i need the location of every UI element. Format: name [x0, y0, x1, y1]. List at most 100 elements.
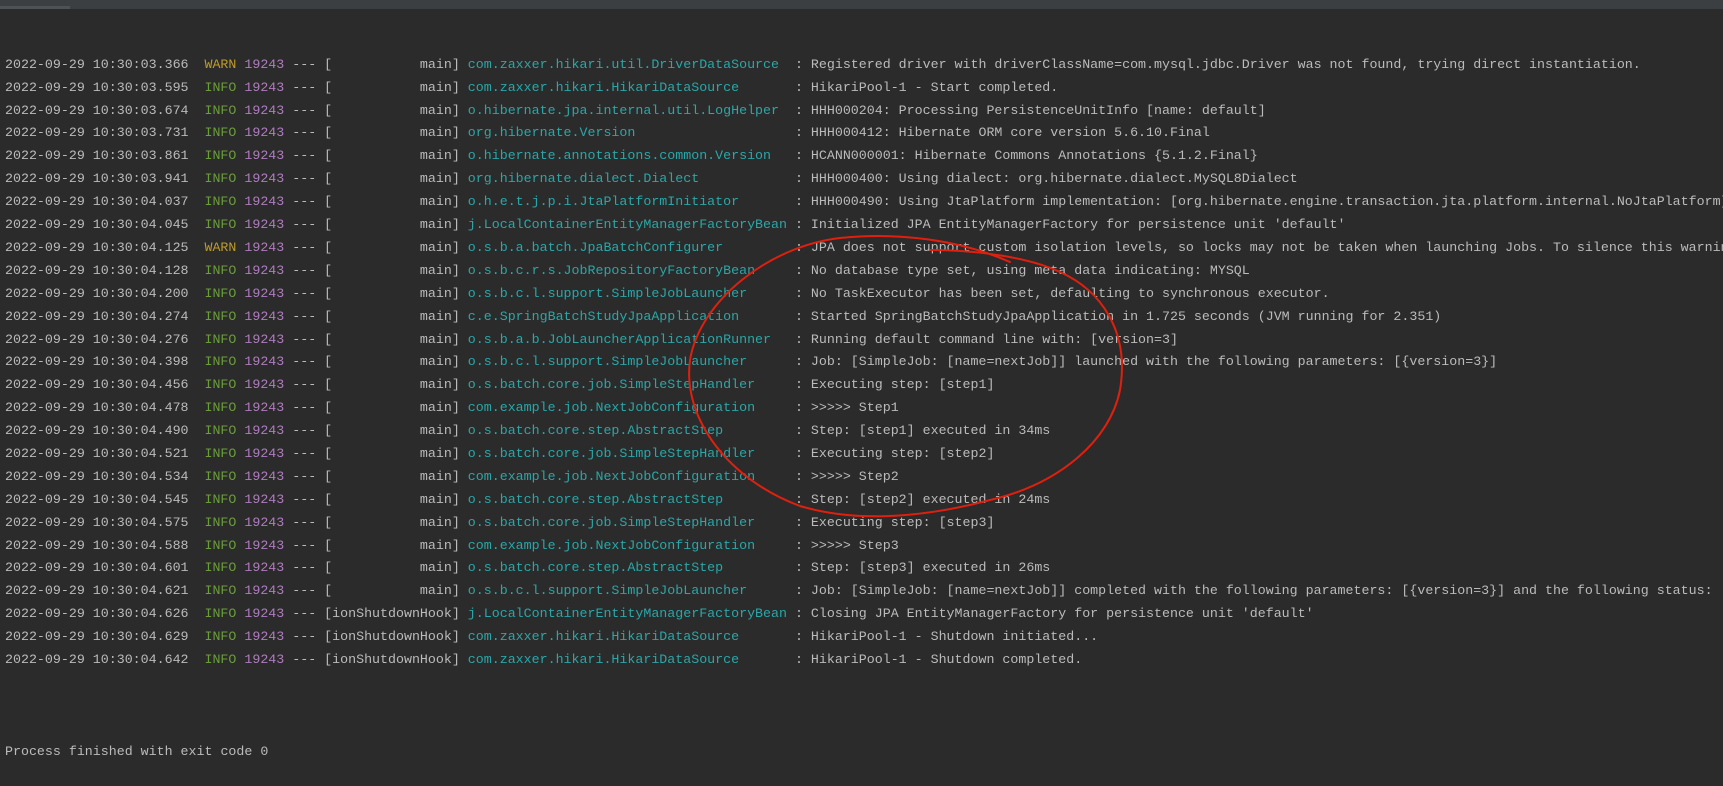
- log-line: 2022-09-29 10:30:04.274 INFO 19243 --- [ma…: [5, 306, 1723, 329]
- log-separator: --- [: [284, 468, 333, 484]
- log-timestamp: 2022-09-29 10:30:04.521: [5, 445, 189, 461]
- log-separator: --- [: [284, 651, 333, 667]
- log-level: WARN: [204, 56, 237, 72]
- log-level: INFO: [204, 148, 237, 164]
- log-thread-close: ]: [451, 148, 460, 164]
- log-message: : HHH000400: Using dialect: org.hibernat…: [794, 171, 1298, 187]
- log-message: : Running default command line with: [ve…: [794, 331, 1178, 347]
- log-pid: 19243: [244, 148, 285, 164]
- log-timestamp: 2022-09-29 10:30:03.674: [5, 102, 189, 118]
- log-pid: 19243: [244, 308, 285, 324]
- log-message: : HHH000412: Hibernate ORM core version …: [794, 125, 1210, 141]
- log-pid: 19243: [244, 560, 285, 576]
- log-line: 2022-09-29 10:30:04.276 INFO 19243 --- [ma…: [5, 329, 1723, 352]
- log-logger: o.s.b.c.l.support.SimpleJobLauncher: [467, 583, 748, 599]
- log-thread-close: ]: [451, 445, 460, 461]
- process-finished-message: Process finished with exit code 0: [5, 743, 269, 759]
- log-logger: o.s.b.c.l.support.SimpleJobLauncher: [467, 354, 748, 370]
- log-thread-close: ]: [451, 491, 460, 507]
- log-separator: --- [: [284, 583, 333, 599]
- log-thread-close: ]: [451, 537, 460, 553]
- log-thread: main: [419, 171, 452, 187]
- log-thread: main: [419, 194, 452, 210]
- log-logger: j.LocalContainerEntityManagerFactoryBean: [467, 606, 787, 622]
- log-level: INFO: [204, 79, 237, 95]
- log-thread-close: ]: [451, 194, 460, 210]
- log-timestamp: 2022-09-29 10:30:04.575: [5, 514, 189, 530]
- log-pid: 19243: [244, 239, 285, 255]
- log-timestamp: 2022-09-29 10:30:04.601: [5, 560, 189, 576]
- log-separator: --- [: [284, 102, 333, 118]
- log-logger: j.LocalContainerEntityManagerFactoryBean: [467, 217, 787, 233]
- log-message: : Registered driver with driverClassName…: [794, 56, 1641, 72]
- log-logger: o.s.batch.core.step.AbstractStep: [467, 423, 724, 439]
- log-thread-close: ]: [451, 331, 460, 347]
- log-thread-close: ]: [451, 217, 460, 233]
- log-thread: main: [419, 468, 452, 484]
- log-separator: --- [: [284, 194, 333, 210]
- log-line: 2022-09-29 10:30:04.626 INFO 19243 --- [io…: [5, 603, 1723, 626]
- log-thread-close: ]: [451, 400, 460, 416]
- log-pid: 19243: [244, 217, 285, 233]
- log-level: INFO: [204, 423, 237, 439]
- log-logger: com.example.job.NextJobConfiguration: [467, 400, 756, 416]
- log-message: : HikariPool-1 - Start completed.: [794, 79, 1059, 95]
- log-message: : Step: [step3] executed in 26ms: [794, 560, 1051, 576]
- log-pid: 19243: [244, 377, 285, 393]
- log-timestamp: 2022-09-29 10:30:04.621: [5, 583, 189, 599]
- log-timestamp: 2022-09-29 10:30:04.490: [5, 423, 189, 439]
- log-thread-close: ]: [451, 308, 460, 324]
- log-message: : No TaskExecutor has been set, defaulti…: [794, 285, 1330, 301]
- log-thread: main: [419, 125, 452, 141]
- log-timestamp: 2022-09-29 10:30:04.037: [5, 194, 189, 210]
- log-logger: com.zaxxer.hikari.HikariDataSource: [467, 79, 740, 95]
- console-output[interactable]: 2022-09-29 10:30:03.366 WARN 19243 --- [ma…: [5, 8, 1723, 786]
- log-thread: main: [419, 239, 452, 255]
- log-thread: ionShutdownHook: [332, 629, 452, 645]
- log-separator: --- [: [284, 400, 333, 416]
- log-thread-close: ]: [451, 285, 460, 301]
- log-logger: c.e.SpringBatchStudyJpaApplication: [467, 308, 740, 324]
- log-line: 2022-09-29 10:30:04.534 INFO 19243 --- [ma…: [5, 466, 1723, 489]
- log-thread: main: [419, 148, 452, 164]
- log-level: INFO: [204, 445, 237, 461]
- log-level: WARN: [204, 239, 237, 255]
- log-separator: --- [: [284, 262, 333, 278]
- log-message: : Step: [step1] executed in 34ms: [794, 423, 1051, 439]
- log-message: : HHH000204: Processing PersistenceUnitI…: [794, 102, 1266, 118]
- log-logger: o.s.batch.core.step.AbstractStep: [467, 560, 724, 576]
- log-thread-close: ]: [451, 171, 460, 187]
- log-logger: org.hibernate.dialect.Dialect: [467, 171, 700, 187]
- log-thread-close: ]: [451, 651, 460, 667]
- log-pid: 19243: [244, 285, 285, 301]
- log-pid: 19243: [244, 468, 285, 484]
- log-timestamp: 2022-09-29 10:30:03.595: [5, 79, 189, 95]
- log-level: INFO: [204, 651, 237, 667]
- log-level: INFO: [204, 606, 237, 622]
- log-thread: main: [419, 308, 452, 324]
- log-logger: o.s.batch.core.step.AbstractStep: [467, 491, 724, 507]
- log-pid: 19243: [244, 171, 285, 187]
- log-level: INFO: [204, 331, 237, 347]
- log-level: INFO: [204, 377, 237, 393]
- log-line: 2022-09-29 10:30:04.588 INFO 19243 --- [ma…: [5, 535, 1723, 558]
- log-message: : HCANN000001: Hibernate Commons Annotat…: [794, 148, 1258, 164]
- log-timestamp: 2022-09-29 10:30:03.731: [5, 125, 189, 141]
- log-logger: o.s.b.c.r.s.JobRepositoryFactoryBean: [467, 262, 756, 278]
- log-message: : Started SpringBatchStudyJpaApplication…: [794, 308, 1442, 324]
- log-timestamp: 2022-09-29 10:30:04.626: [5, 606, 189, 622]
- log-line: 2022-09-29 10:30:04.629 INFO 19243 --- [io…: [5, 626, 1723, 649]
- log-message: : >>>>> Step2: [794, 468, 899, 484]
- log-timestamp: 2022-09-29 10:30:04.398: [5, 354, 189, 370]
- log-message: : Step: [step2] executed in 24ms: [794, 491, 1051, 507]
- log-pid: 19243: [244, 537, 285, 553]
- log-pid: 19243: [244, 423, 285, 439]
- log-separator: --- [: [284, 125, 333, 141]
- log-timestamp: 2022-09-29 10:30:04.629: [5, 629, 189, 645]
- log-separator: --- [: [284, 308, 333, 324]
- log-line: 2022-09-29 10:30:04.601 INFO 19243 --- [ma…: [5, 557, 1723, 580]
- log-thread: ionShutdownHook: [332, 606, 452, 622]
- log-separator: --- [: [284, 331, 333, 347]
- log-separator: --- [: [284, 79, 333, 95]
- log-message: : Job: [SimpleJob: [name=nextJob]] launc…: [794, 354, 1498, 370]
